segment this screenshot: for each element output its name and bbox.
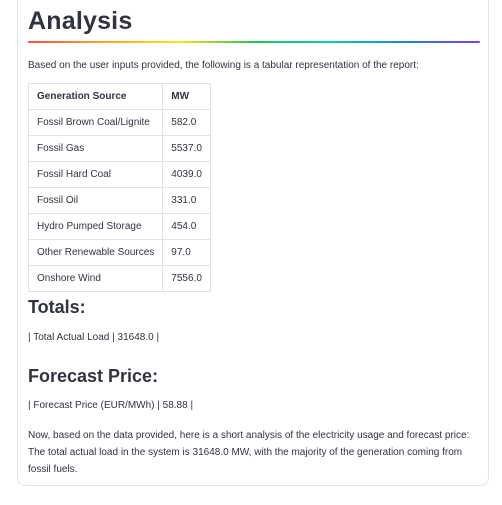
mw-cell: 454.0 bbox=[162, 213, 212, 240]
table-row: Fossil Gas 5537.0 bbox=[27, 135, 212, 162]
totals-heading: Totals: bbox=[28, 297, 86, 317]
mw-cell: 7556.0 bbox=[162, 265, 212, 292]
forecast-price-value: | Forecast Price (EUR/MWh) | 58.88 | bbox=[28, 400, 194, 411]
total-actual-load: | Total Actual Load | 31648.0 | bbox=[28, 332, 160, 343]
table-row: Fossil Hard Coal 4039.0 bbox=[27, 161, 212, 188]
mw-cell: 5537.0 bbox=[162, 135, 212, 162]
table-row: Fossil Brown Coal/Lignite 582.0 bbox=[27, 109, 212, 136]
table-row: Hydro Pumped Storage 454.0 bbox=[27, 213, 212, 240]
mw-cell: 582.0 bbox=[162, 109, 212, 136]
source-cell: Fossil Gas bbox=[27, 135, 164, 162]
header-mw: MW bbox=[162, 83, 212, 110]
table-row: Other Renewable Sources 97.0 bbox=[27, 239, 212, 266]
table-header-row: Generation Source MW bbox=[27, 83, 212, 110]
source-cell: Onshore Wind bbox=[27, 265, 164, 292]
title-divider bbox=[28, 41, 480, 43]
forecast-price-heading: Forecast Price: bbox=[28, 366, 159, 386]
table-row: Onshore Wind 7556.0 bbox=[27, 265, 212, 292]
table-row: Fossil Oil 331.0 bbox=[27, 187, 212, 214]
source-cell: Fossil Oil bbox=[27, 187, 164, 214]
source-cell: Fossil Brown Coal/Lignite bbox=[27, 109, 164, 136]
page-title: Analysis bbox=[28, 7, 133, 35]
generation-table: Generation Source MW Fossil Brown Coal/L… bbox=[27, 83, 212, 292]
source-cell: Fossil Hard Coal bbox=[27, 161, 164, 188]
intro-text: Based on the user inputs provided, the f… bbox=[28, 60, 419, 71]
header-generation-source: Generation Source bbox=[27, 83, 164, 110]
mw-cell: 97.0 bbox=[162, 239, 212, 266]
mw-cell: 331.0 bbox=[162, 187, 212, 214]
source-cell: Hydro Pumped Storage bbox=[27, 213, 164, 240]
analysis-paragraph: Now, based on the data provided, here is… bbox=[28, 430, 470, 475]
mw-cell: 4039.0 bbox=[162, 161, 212, 188]
source-cell: Other Renewable Sources bbox=[27, 239, 164, 266]
